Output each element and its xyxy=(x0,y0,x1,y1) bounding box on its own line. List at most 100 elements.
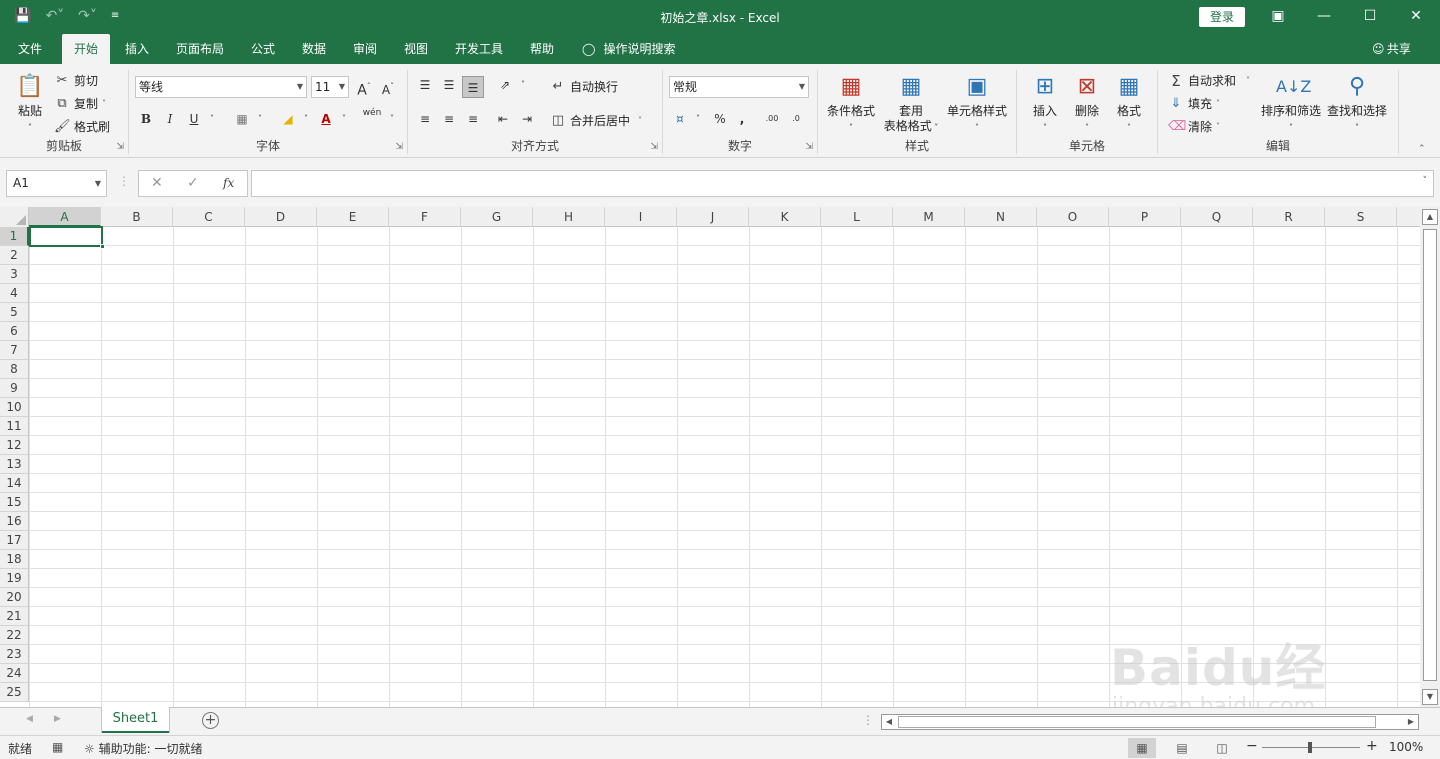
column-header[interactable]: B xyxy=(101,207,173,227)
align-middle-icon[interactable]: ☰ xyxy=(438,74,460,96)
add-sheet-icon[interactable]: + xyxy=(202,712,219,729)
zoom-in-icon[interactable]: + xyxy=(1366,738,1378,754)
row-header[interactable]: 5 xyxy=(0,303,29,322)
tab-file[interactable]: 文件 xyxy=(10,34,50,64)
paste-button[interactable]: 📋 粘贴 ˅ xyxy=(10,72,50,135)
row-header[interactable]: 20 xyxy=(0,588,29,607)
next-sheet-icon[interactable]: ▶ xyxy=(54,714,61,724)
vertical-scrollbar[interactable]: ▲ ▼ xyxy=(1420,207,1440,707)
tab-page-layout[interactable]: 页面布局 xyxy=(168,34,232,64)
delete-cells-button[interactable]: ⊠ 删除 ˅ xyxy=(1067,72,1107,135)
increase-font-icon[interactable]: Aˆ xyxy=(353,76,375,99)
column-header[interactable]: J xyxy=(677,207,749,227)
decrease-decimal-button[interactable]: .0 xyxy=(785,108,807,130)
row-header[interactable]: 25 xyxy=(0,683,29,702)
login-button[interactable]: 登录 xyxy=(1199,7,1245,27)
horizontal-scroll-thumb[interactable] xyxy=(898,716,1376,728)
row-header[interactable]: 17 xyxy=(0,531,29,550)
tab-view[interactable]: 视图 xyxy=(395,34,437,64)
row-header[interactable]: 15 xyxy=(0,493,29,512)
tab-developer[interactable]: 开发工具 xyxy=(446,34,512,64)
select-all-corner[interactable] xyxy=(0,207,29,227)
insert-cells-button[interactable]: ⊞ 插入 ˅ xyxy=(1025,72,1065,135)
sheet-tab-sheet1[interactable]: Sheet1 xyxy=(102,707,169,733)
fill-handle[interactable] xyxy=(100,244,105,249)
column-header[interactable]: L xyxy=(821,207,893,227)
row-header[interactable]: 16 xyxy=(0,512,29,531)
row-header[interactable]: 21 xyxy=(0,607,29,626)
accessibility-status[interactable]: ☼ 辅助功能: 一切就绪 xyxy=(84,740,202,757)
column-header[interactable]: C xyxy=(173,207,245,227)
row-header[interactable]: 3 xyxy=(0,265,29,284)
page-break-view-icon[interactable]: ◫ xyxy=(1208,738,1236,758)
align-right-icon[interactable]: ≡ xyxy=(462,108,484,130)
align-top-icon[interactable]: ☰ xyxy=(414,74,436,96)
row-header[interactable]: 22 xyxy=(0,626,29,645)
column-header[interactable]: Q xyxy=(1181,207,1253,227)
row-header[interactable]: 10 xyxy=(0,398,29,417)
split-handle-icon[interactable]: ⋮ xyxy=(862,713,874,727)
column-header[interactable]: O xyxy=(1037,207,1109,227)
name-box[interactable]: A1 ▼ xyxy=(6,170,107,197)
column-header[interactable]: A xyxy=(29,207,101,227)
zoom-slider[interactable] xyxy=(1262,742,1360,753)
vertical-scroll-thumb[interactable] xyxy=(1423,229,1437,681)
column-header[interactable]: K xyxy=(749,207,821,227)
column-header[interactable]: M xyxy=(893,207,965,227)
tab-formulas[interactable]: 公式 xyxy=(242,34,284,64)
conditional-formatting-button[interactable]: ▦ 条件格式 ˅ xyxy=(824,72,878,135)
align-left-icon[interactable]: ≡ xyxy=(414,108,436,130)
column-header[interactable]: I xyxy=(605,207,677,227)
close-icon[interactable]: ✕ xyxy=(1393,0,1439,34)
chevron-down-icon[interactable]: ˅ xyxy=(687,108,709,130)
tab-home[interactable]: 开始 xyxy=(62,34,110,64)
page-layout-view-icon[interactable]: ▤ xyxy=(1168,738,1196,758)
scroll-right-icon[interactable]: ▶ xyxy=(1404,715,1418,729)
normal-view-icon[interactable]: ▦ xyxy=(1128,738,1156,758)
scroll-down-icon[interactable]: ▼ xyxy=(1422,689,1438,705)
tell-me-search[interactable]: ◯ 操作说明搜索 xyxy=(582,34,675,64)
tab-insert[interactable]: 插入 xyxy=(116,34,158,64)
row-header[interactable]: 19 xyxy=(0,569,29,588)
chevron-down-icon[interactable]: ˅ xyxy=(201,108,223,130)
tab-data[interactable]: 数据 xyxy=(293,34,335,64)
enter-icon[interactable]: ✓ xyxy=(187,171,199,196)
row-header[interactable]: 4 xyxy=(0,284,29,303)
merge-center-button[interactable]: ◫ 合并后居中 ˅ xyxy=(550,112,642,129)
zoom-out-icon[interactable]: − xyxy=(1246,738,1258,754)
horizontal-scrollbar[interactable]: ◀ ▶ xyxy=(881,714,1419,730)
share-button[interactable]: ☺ 共享 xyxy=(1372,34,1411,64)
macro-record-icon[interactable]: ▦ xyxy=(52,740,63,754)
decrease-indent-icon[interactable]: ⇤ xyxy=(492,108,514,130)
ribbon-display-icon[interactable]: ▣ xyxy=(1255,0,1301,34)
dialog-launcher-icon[interactable]: ⇲ xyxy=(650,142,658,152)
formula-input[interactable]: ˅ xyxy=(251,170,1434,197)
column-header[interactable]: H xyxy=(533,207,605,227)
cells-area[interactable] xyxy=(29,227,1420,707)
row-header[interactable]: 23 xyxy=(0,645,29,664)
italic-button[interactable]: I xyxy=(159,108,181,130)
font-name-select[interactable]: 等线 ▼ xyxy=(135,76,307,98)
expand-formula-icon[interactable]: ˅ xyxy=(1423,176,1428,186)
cell-styles-button[interactable]: ▣ 单元格样式 ˅ xyxy=(944,72,1010,135)
clear-button[interactable]: ⌫ 清除 ˅ xyxy=(1168,118,1220,135)
phonetic-icon[interactable]: wén xyxy=(361,108,383,130)
column-header[interactable]: N xyxy=(965,207,1037,227)
find-select-button[interactable]: ⚲ 查找和选择 ˅ xyxy=(1324,72,1390,135)
row-header[interactable]: 7 xyxy=(0,341,29,360)
row-header[interactable]: 11 xyxy=(0,417,29,436)
column-header[interactable]: G xyxy=(461,207,533,227)
bold-button[interactable]: B xyxy=(135,108,157,130)
chevron-down-icon[interactable]: ˅ xyxy=(333,108,355,130)
dialog-launcher-icon[interactable]: ⇲ xyxy=(395,142,403,152)
cancel-icon[interactable]: ✕ xyxy=(151,171,163,196)
row-header[interactable]: 6 xyxy=(0,322,29,341)
chevron-down-icon[interactable]: ˅ xyxy=(295,108,317,130)
copy-button[interactable]: ⧉ 复制 ˅ xyxy=(54,95,106,112)
tab-review[interactable]: 审阅 xyxy=(344,34,386,64)
chevron-down-icon[interactable]: ˅ xyxy=(381,108,403,130)
row-header[interactable]: 18 xyxy=(0,550,29,569)
column-header[interactable]: D xyxy=(245,207,317,227)
chevron-down-icon[interactable]: ˅ xyxy=(512,74,534,96)
minimize-icon[interactable]: — xyxy=(1301,0,1347,34)
